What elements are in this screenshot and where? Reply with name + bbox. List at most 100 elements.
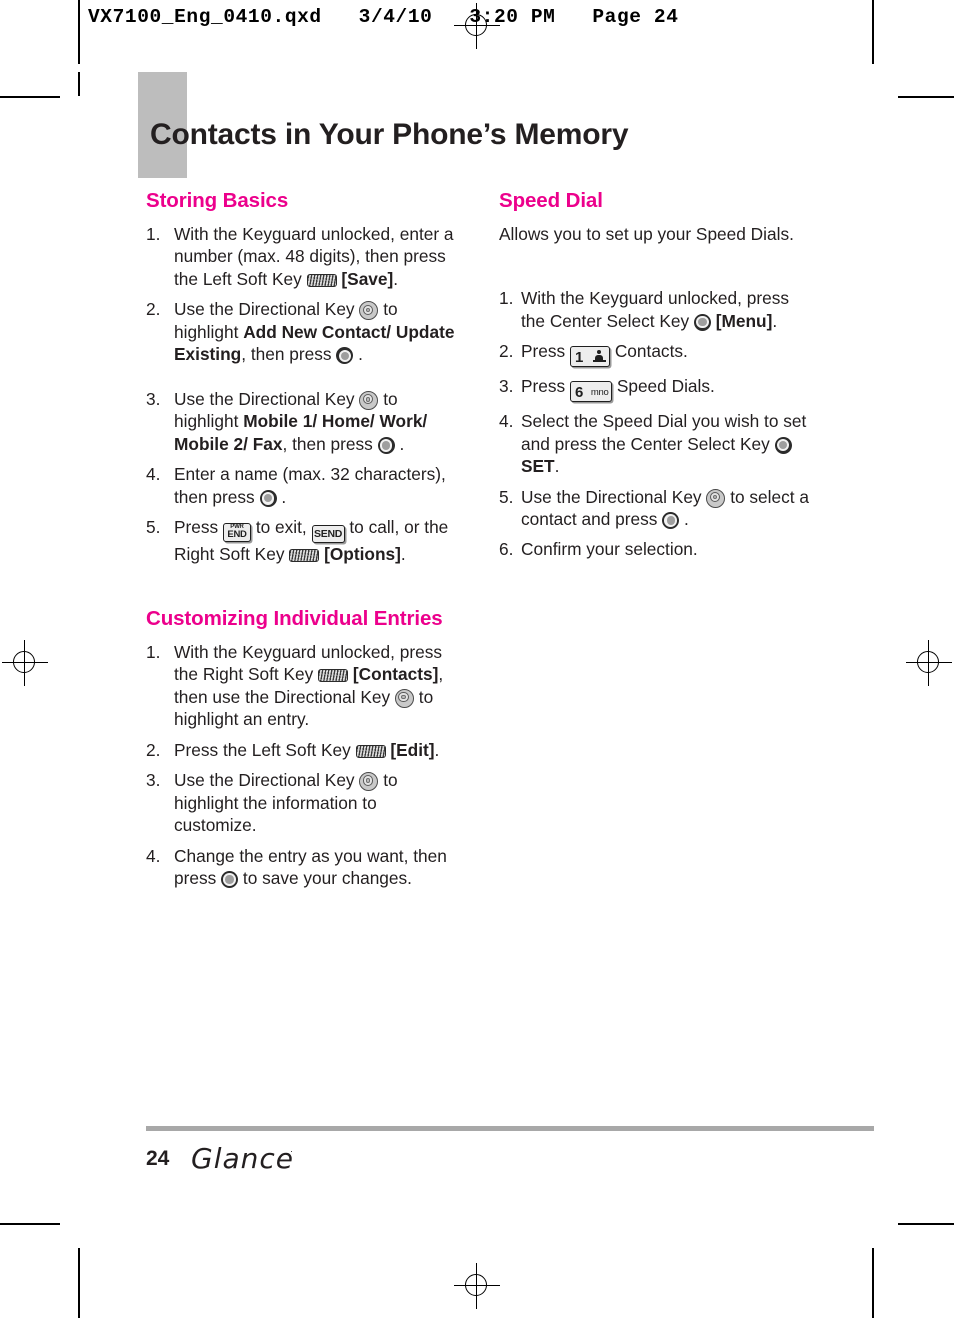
list-item: 6. Confirm your selection. [499, 538, 809, 560]
power-end-key-icon: PWR END [223, 522, 251, 542]
right-soft-key-icon [318, 669, 349, 683]
step-text: , then press [241, 344, 332, 365]
registration-ring [13, 651, 35, 673]
step-emphasis: [Contacts] [352, 664, 439, 685]
file-header-text: VX7100_Eng_0410.qxd 3/4/10 3:20 PM Page … [88, 6, 679, 28]
digit-6-key-icon: 6 mno [570, 381, 612, 403]
step-text: Press [521, 341, 566, 362]
list-item: 3. Press 6 mno Speed Dials. [499, 375, 809, 403]
step-emphasis: Mobile 1/ Home/ Work/ [243, 411, 428, 432]
list-item: 5. Press PWR END to exit, SEND to call, … [146, 516, 456, 565]
step-text: . [400, 544, 406, 565]
step-text: Use the Directional Key [521, 486, 702, 507]
step-text: . [281, 486, 287, 507]
registration-ring [917, 651, 939, 673]
center-select-key-icon [774, 436, 792, 454]
footer-logo: Glance [191, 1142, 295, 1175]
crop-mark-bottom-right-horizontal [898, 1223, 954, 1225]
list-item: 1. With the Keyguard unlocked, enter a n… [146, 223, 456, 290]
directional-key-icon [359, 390, 379, 410]
step-emphasis: [Edit] [390, 739, 435, 760]
step-number: 4. [499, 411, 514, 432]
step-number: 5. [146, 517, 161, 538]
list-item: 2. Use the Directional Key to highlight … [146, 298, 456, 365]
speed-dial-step-list: 1. With the Keyguard unlocked, press the… [499, 287, 809, 561]
directional-key-icon [706, 488, 726, 508]
center-select-key-icon [662, 511, 680, 529]
center-select-key-icon [259, 489, 277, 507]
directional-key-icon [359, 301, 379, 321]
step-text: . [434, 739, 440, 760]
storing-basics-step-list: 1. With the Keyguard unlocked, enter a n… [146, 223, 456, 566]
registration-mark-right [906, 640, 952, 686]
step-number: 1. [146, 641, 161, 662]
step-text: Press [174, 517, 219, 538]
step-number: 4. [146, 845, 161, 866]
list-item: 4. Enter a name (max. 32 characters), th… [146, 463, 456, 508]
list-item: 3. Use the Directional Key to highlight … [146, 388, 456, 455]
step-number: 3. [146, 770, 161, 791]
list-item: 3. Use the Directional Key to highlight … [146, 769, 456, 836]
directional-key-icon [394, 688, 414, 708]
list-item: 2. Press the Left Soft Key [Edit]. [146, 739, 456, 761]
step-emphasis: [Options] [324, 544, 401, 565]
step-text: Use the Directional Key [174, 770, 355, 791]
voicemail-base [592, 360, 606, 362]
step-number: 5. [499, 486, 514, 507]
digit-6-letters: mno [590, 386, 609, 398]
step-text: to save your changes. [242, 868, 412, 889]
step-text: Press the Left Soft Key [174, 739, 351, 760]
step-text: . [399, 433, 405, 454]
step-text: . [684, 508, 689, 529]
section-heading-customizing-individual-entries: Customizing Individual Entries [146, 606, 443, 630]
crop-mark-top-right-vertical [872, 0, 874, 64]
list-item: 1. With the Keyguard unlocked, press the… [146, 641, 456, 731]
digit-1-label: 1 [575, 348, 584, 366]
customizing-entries-step-list: 1. With the Keyguard unlocked, press the… [146, 641, 456, 890]
step-number: 1. [146, 223, 161, 244]
footer-page-number: 24 [146, 1147, 170, 1170]
step-text: Use the Directional Key [174, 388, 355, 409]
list-item: 4. Select the Speed Dial you wish to set… [499, 410, 809, 477]
crop-mark-top-right-horizontal [898, 96, 954, 98]
step-text: Enter a name (max. 32 characters), then … [174, 464, 446, 507]
step-number: 4. [146, 464, 161, 485]
step-text: Confirm your selection. [521, 539, 698, 560]
registration-mark-bottom [454, 1263, 500, 1309]
step-number: 3. [499, 376, 514, 397]
list-item: 1. With the Keyguard unlocked, press the… [499, 287, 809, 332]
left-column: Storing Basics 1. With the Keyguard unlo… [146, 189, 456, 898]
step-number: 2. [146, 299, 161, 320]
power-end-key-line2: END [227, 529, 247, 541]
step-text: Use the Directional Key [174, 299, 355, 320]
page-title: Contacts in Your Phone’s Memory [150, 118, 629, 151]
step-emphasis: [Menu] [715, 310, 773, 331]
list-item: 5. Use the Directional Key to select a c… [499, 486, 809, 531]
list-item: 2. Press 1 Contacts. [499, 340, 809, 368]
center-select-key-icon [693, 313, 711, 331]
crop-mark-top-left-horizontal [0, 96, 60, 98]
registration-mark-left [2, 640, 48, 686]
step-number: 2. [146, 739, 161, 760]
step-text: . [358, 344, 363, 365]
footer-trademark: · [290, 1146, 293, 1156]
step-number: 2. [499, 341, 514, 362]
left-soft-key-icon [306, 273, 337, 287]
voicemail-icon [592, 350, 606, 365]
step-emphasis: SET [521, 456, 555, 477]
step-emphasis: Mobile 2/ Fax [174, 433, 283, 454]
voicemail-dot [597, 350, 602, 355]
list-item: 4. Change the entry as you want, then pr… [146, 845, 456, 890]
step-text: , then press [282, 433, 373, 454]
center-select-key-icon [221, 871, 239, 889]
step-text: . [772, 310, 778, 331]
step-text: . [554, 456, 560, 477]
digit-6-label: 6 [575, 383, 584, 401]
step-text: Speed Dials. [616, 376, 715, 397]
crop-mark-bottom-left-vertical [78, 1248, 80, 1318]
center-select-key-icon [377, 436, 395, 454]
section-heading-speed-dial: Speed Dial [499, 189, 603, 212]
